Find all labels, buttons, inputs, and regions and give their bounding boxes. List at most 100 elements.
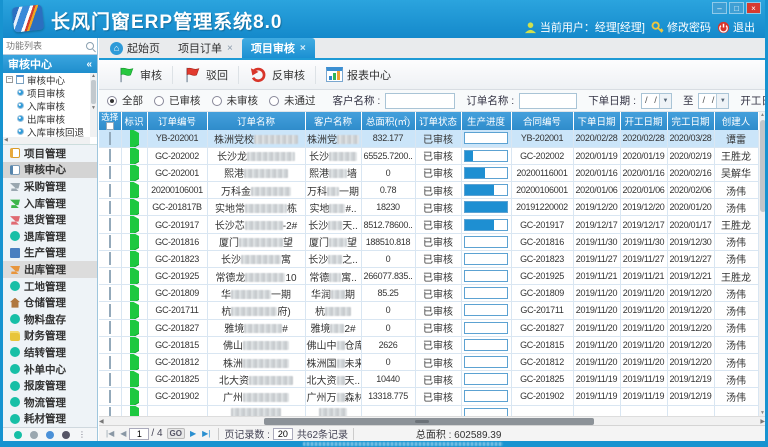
col-header-7[interactable]: 生产进度 [461,112,511,130]
sidebar-item-结转管理[interactable]: 结转管理 [3,344,97,361]
cart-icon[interactable] [30,431,38,439]
sidebar-item-耗材管理[interactable]: 耗材管理 [3,411,97,428]
col-header-12[interactable]: 创建人 [714,112,758,130]
scrollbar-thumb[interactable] [760,120,766,212]
table-row[interactable]: GC-202001熙港熙港墙0已审核202001160012020/01/162… [99,164,758,181]
page-size-input[interactable] [273,428,293,440]
row-checkbox[interactable] [109,218,111,231]
table-row[interactable]: GC-201827雅境#雅境2#0已审核GC-2018272019/11/202… [99,319,758,336]
table-row[interactable]: GC-202002长沙龙长沙65525.7200..已审核GC-20200220… [99,147,758,164]
more-icon[interactable]: ⋮ [78,431,86,439]
go-button[interactable]: GO [167,428,185,439]
row-checkbox[interactable] [109,287,111,300]
table-row[interactable]: GC-201825北大资北大资天..10440已审核GC-2018252019/… [99,371,758,388]
row-checkbox[interactable] [109,390,111,403]
sidebar-item-工地管理[interactable]: 工地管理 [3,278,97,295]
sidebar-item-仓储管理[interactable]: 仓储管理 [3,294,97,311]
close-tab-icon[interactable]: × [227,43,233,54]
filter-radio-label-all[interactable]: 全部 [122,93,143,108]
row-checkbox[interactable] [109,149,111,162]
last-page-button[interactable]: ▶| [199,429,213,438]
audit-button[interactable]: 审核 [107,63,172,87]
maximize-button[interactable]: □ [729,2,744,14]
table-row[interactable]: GC-201902广州广州万森林13318.775已审核GC-201902201… [99,388,758,405]
tree-vertical-scrollbar[interactable]: ▲ ▼ [90,73,97,137]
filter-radio-label-unaudited[interactable]: 未审核 [227,93,259,108]
row-checkbox[interactable] [109,321,111,334]
row-checkbox[interactable] [109,373,111,386]
sidebar-item-物流管理[interactable]: 物流管理 [3,394,97,411]
table-row[interactable]: GC-201812株洲株洲国未来0已审核GC-2018122019/11/202… [99,353,758,370]
col-header-1[interactable]: 标识 [121,112,147,130]
row-checkbox[interactable] [109,252,111,265]
row-checkbox[interactable] [109,304,111,317]
table-row[interactable]: 20200106001万科金万科一期0.78已审核202001060012020… [99,182,758,199]
table-row[interactable]: GC-201816厦门望厦门望188510.818已审核GC-201816201… [99,233,758,250]
tree-horizontal-scrollbar[interactable]: ◀ [3,137,90,144]
col-header-8[interactable]: 合同编号 [511,112,573,130]
table-row[interactable]: GC-201823长沙寓长沙之..0已审核GC-2018232019/11/27… [99,250,758,267]
table-vertical-scrollbar[interactable]: ▲ ▼ [759,112,766,416]
tab-project-audit[interactable]: 项目审核× [242,38,315,58]
col-header-6[interactable]: 订单状态 [415,112,461,130]
table-row[interactable] [99,405,758,416]
row-checkbox[interactable] [109,166,111,179]
scroll-left-icon[interactable]: ◀ [4,137,8,143]
row-checkbox[interactable] [109,235,111,248]
filter-radio-label-failed[interactable]: 未通过 [284,93,316,108]
order-date-to-input[interactable]: / /▼ [698,93,729,109]
scroll-up-icon[interactable]: ▲ [760,112,765,118]
select-all-checkbox[interactable] [106,122,114,130]
col-header-5[interactable]: 总面积(㎡) [361,112,415,130]
close-button[interactable]: × [746,2,761,14]
calendar-dropdown-icon[interactable]: ▼ [659,94,671,108]
scroll-right-icon[interactable]: ▶ [760,418,765,425]
row-checkbox[interactable] [109,270,111,283]
sidebar-item-财务管理[interactable]: 财务管理 [3,328,97,345]
report-center-button[interactable]: 报表中心 [316,63,401,87]
logout-button[interactable]: 退出 [717,19,755,35]
sidebar-item-报废管理[interactable]: 报废管理 [3,377,97,394]
tree-item-1[interactable]: 入库审核 [3,99,90,112]
row-checkbox[interactable] [109,356,111,369]
change-password-button[interactable]: 修改密码 [651,19,711,35]
table-row[interactable]: GC-201711杭府)杭0已审核GC-2017112019/11/202019… [99,302,758,319]
tree-root-audit-center[interactable]: − 审核中心 [3,73,90,86]
reverse-audit-button[interactable]: 反审核 [239,63,315,87]
customer-name-input[interactable] [385,93,455,109]
table-row[interactable]: GC-201917长沙芯-2#长沙天..8512.78600..已审核GC-20… [99,216,758,233]
minimize-button[interactable]: – [712,2,727,14]
leaf-icon[interactable] [46,431,54,439]
filter-radio-unaudited[interactable] [212,96,222,106]
filter-radio-all[interactable] [107,96,117,106]
row-checkbox[interactable] [109,184,111,197]
sidebar-item-补单中心[interactable]: 补单中心 [3,361,97,378]
sidebar-item-退库管理[interactable]: 退库管理 [3,228,97,245]
tree-item-0[interactable]: 项目审核 [3,86,90,99]
col-header-9[interactable]: 下单日期 [573,112,620,130]
reject-button[interactable]: 驳回 [173,63,238,87]
row-checkbox[interactable] [109,201,111,214]
collapse-panel-icon[interactable]: « [86,59,92,70]
tree-collapse-icon[interactable]: − [6,76,13,83]
filter-radio-label-audited[interactable]: 已审核 [169,93,201,108]
col-header-11[interactable]: 完工日期 [667,112,714,130]
table-row[interactable]: GC-201925常德龙10常德寓..266077.835..已审核GC-201… [99,268,758,285]
scroll-left-icon[interactable]: ◀ [99,418,104,425]
sidebar-item-生产管理[interactable]: 生产管理 [3,245,97,262]
tree-item-3[interactable]: 入库审核回退 [3,125,90,137]
scrollbar-thumb[interactable] [264,418,594,425]
table-horizontal-scrollbar[interactable]: ◀ ▶ [99,416,765,425]
table-row[interactable]: GC-201817B实地常栋实地#..18230已审核2019122000220… [99,199,758,216]
user-icon[interactable] [62,431,70,439]
table-row[interactable]: YB-202001株洲党校株洲党832.177已审核YB-2020012020/… [99,130,758,147]
sidebar-item-审核中心[interactable]: 审核中心 [3,162,97,179]
scroll-down-icon[interactable]: ▼ [760,410,765,416]
close-tab-icon[interactable]: × [300,43,306,54]
col-header-10[interactable]: 开工日期 [620,112,667,130]
calendar-dropdown-icon[interactable]: ▼ [716,94,728,108]
next-page-button[interactable]: ▶ [187,429,199,438]
order-name-input[interactable] [519,93,577,109]
sidebar-item-采购管理[interactable]: 采购管理 [3,178,97,195]
row-checkbox[interactable] [109,338,111,351]
